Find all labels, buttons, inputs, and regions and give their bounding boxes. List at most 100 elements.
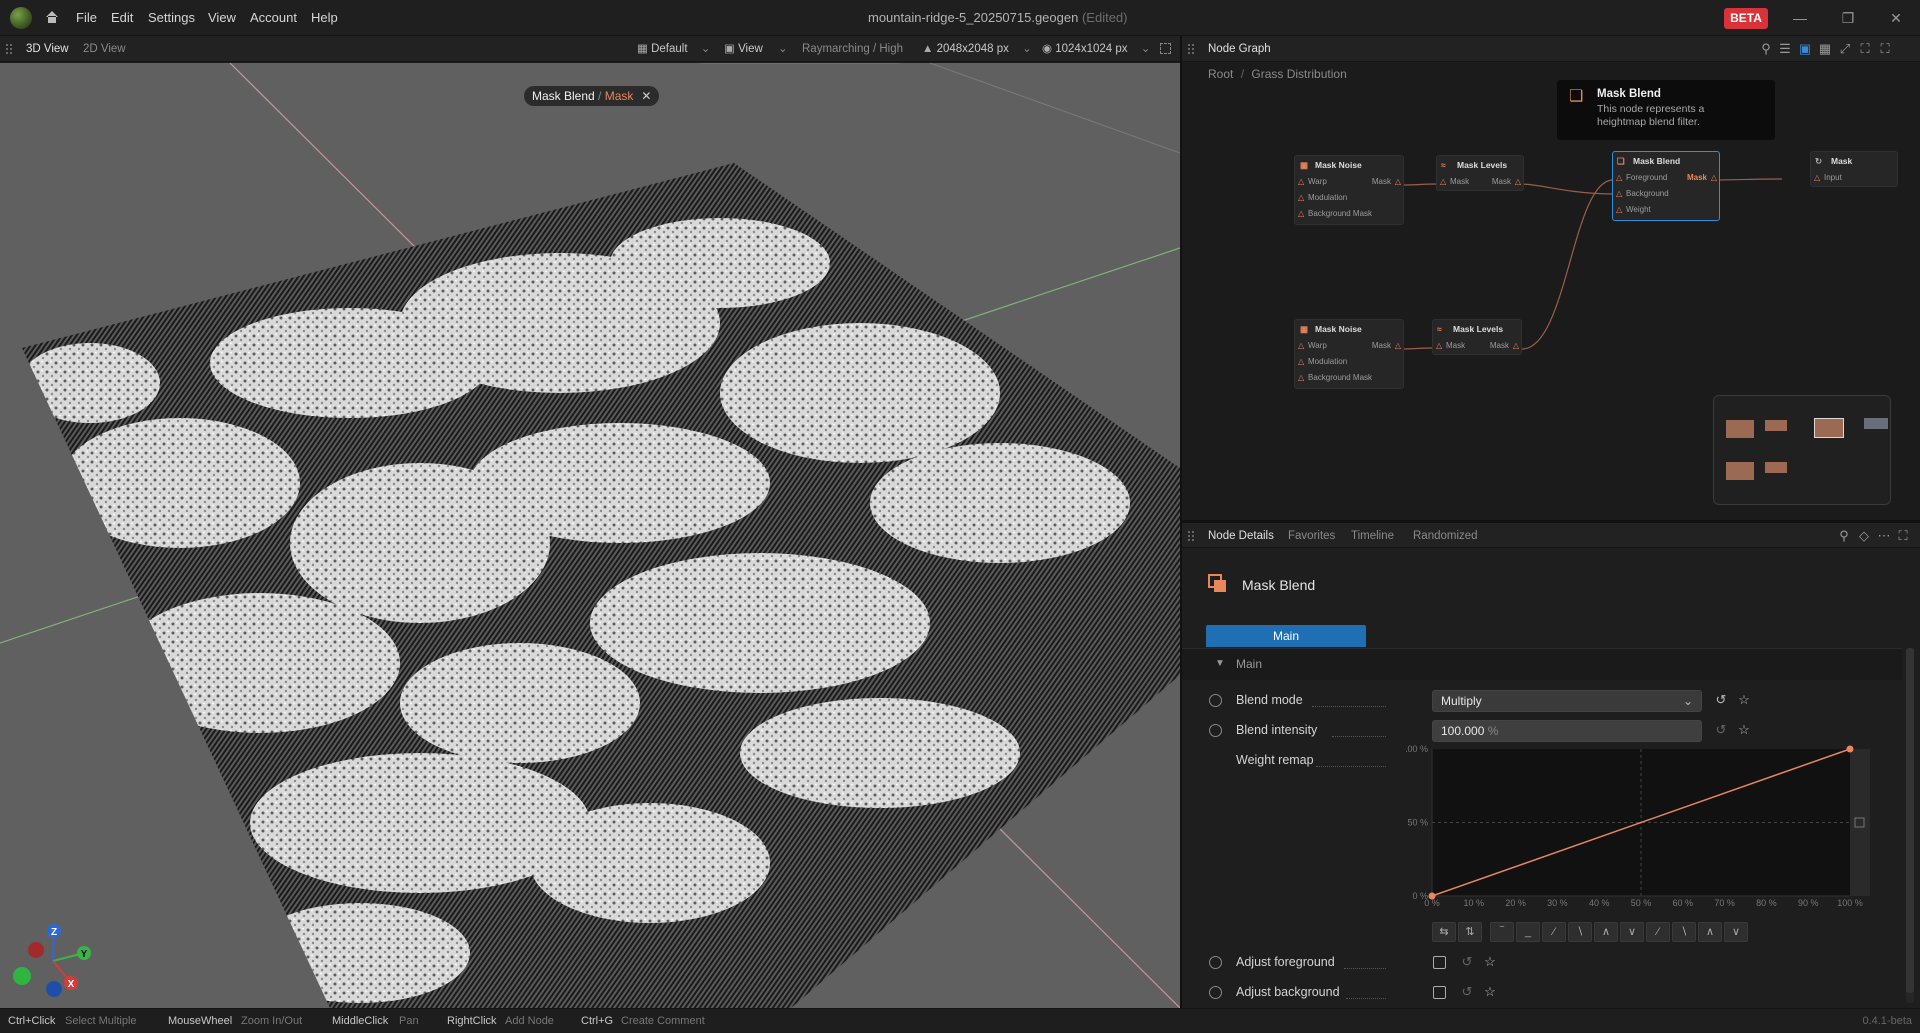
close-icon[interactable]: ✕ — [1876, 0, 1916, 36]
curve-control-point[interactable] — [1428, 892, 1436, 900]
expose-radio[interactable] — [1209, 724, 1222, 737]
preset-linear-down-icon[interactable]: ∖ — [1568, 922, 1592, 942]
preset-flat-high-icon[interactable]: ‾ — [1490, 922, 1514, 942]
tab-randomized[interactable]: Randomized — [1413, 523, 1478, 549]
flip-horizontal-icon[interactable]: ⇆ — [1432, 922, 1456, 942]
port-in-icon[interactable]: △ — [1298, 338, 1304, 354]
preset-linear-up-icon[interactable]: ∕ — [1542, 922, 1566, 942]
tab-timeline[interactable]: Timeline — [1351, 523, 1394, 549]
node-mask-blend[interactable]: ❏ Mask Blend △ Foreground Mask △ △ Background… — [1612, 151, 1720, 221]
layout-select[interactable]: ▦ Default ⌄ — [637, 36, 710, 62]
menu-account[interactable]: Account — [250, 0, 297, 36]
node-mask-noise-2[interactable]: ▦ Mask Noise △ Warp Mask △ △ Modulation △ Back… — [1294, 319, 1404, 389]
search-icon[interactable]: ⚲ — [1757, 41, 1775, 57]
port-in-icon[interactable]: △ — [1298, 370, 1304, 386]
drag-handle-icon[interactable] — [1188, 44, 1194, 54]
reset-icon[interactable]: ↺ — [1458, 954, 1476, 970]
more-icon[interactable]: ⋯ — [1875, 528, 1893, 544]
reset-icon[interactable]: ↺ — [1712, 692, 1730, 708]
port-out-icon[interactable]: △ — [1395, 174, 1401, 190]
port-in-icon[interactable]: △ — [1436, 338, 1442, 354]
search-icon[interactable]: ⚲ — [1835, 528, 1853, 544]
tab-node-details[interactable]: Node Details — [1208, 523, 1274, 549]
minimap[interactable] — [1713, 395, 1891, 505]
star-icon[interactable]: ☆ — [1481, 984, 1499, 1000]
port-out-icon[interactable]: △ — [1513, 338, 1519, 354]
tab-main[interactable]: Main — [1206, 625, 1366, 647]
preset-flat-low-icon[interactable]: _ — [1516, 922, 1540, 942]
port-in-icon[interactable]: △ — [1616, 202, 1622, 218]
blend-mode-select[interactable]: Multiply ⌄ — [1432, 690, 1702, 712]
layout-icon[interactable]: ▣ — [1796, 41, 1814, 57]
reset-icon[interactable]: ↺ — [1712, 722, 1730, 738]
port-in-icon[interactable]: △ — [1298, 190, 1304, 206]
port-out-icon[interactable]: △ — [1711, 170, 1717, 186]
drag-handle-icon[interactable] — [6, 44, 12, 54]
preset-smooth-up-icon[interactable]: ∕ — [1646, 922, 1670, 942]
node-mask-levels-1[interactable]: ≈ Mask Levels △ Mask Mask △ — [1436, 155, 1524, 191]
port-out-icon[interactable]: △ — [1395, 338, 1401, 354]
close-icon[interactable]: ✕ — [641, 86, 651, 106]
reset-icon[interactable]: ↺ — [1458, 984, 1476, 1000]
list-icon[interactable]: ☰ — [1776, 41, 1794, 57]
port-in-icon[interactable]: △ — [1298, 174, 1304, 190]
grid-icon[interactable]: ▦ — [1816, 41, 1834, 57]
menu-edit[interactable]: Edit — [111, 0, 133, 36]
expose-radio[interactable] — [1209, 986, 1222, 999]
section-header[interactable]: ▼ Main — [1182, 648, 1902, 680]
star-icon[interactable]: ☆ — [1481, 954, 1499, 970]
tab-2d-view[interactable]: 2D View — [83, 36, 126, 62]
tab-favorites[interactable]: Favorites — [1288, 523, 1335, 549]
preset-bump-icon[interactable]: ∧ — [1698, 922, 1722, 942]
preset-smooth-down-icon[interactable]: ∖ — [1672, 922, 1696, 942]
port-in-icon[interactable]: △ — [1298, 354, 1304, 370]
preset-dip-icon[interactable]: ∨ — [1724, 922, 1748, 942]
port-in-icon[interactable]: △ — [1298, 206, 1304, 222]
minimize-icon[interactable]: — — [1780, 0, 1820, 36]
view-select[interactable]: ▣ View ⌄ — [724, 36, 788, 62]
port-in-icon[interactable]: △ — [1440, 174, 1446, 190]
star-icon[interactable]: ☆ — [1735, 692, 1753, 708]
expose-radio[interactable] — [1209, 694, 1222, 707]
node-mask-output[interactable]: ↻ Mask △ Input — [1810, 151, 1898, 187]
expand-icon[interactable]: ⤢ — [1836, 41, 1854, 57]
adjust-background-checkbox[interactable] — [1433, 986, 1446, 999]
preset-peak-icon[interactable]: ∧ — [1594, 922, 1618, 942]
home-icon[interactable] — [44, 9, 60, 25]
node-mask-noise-1[interactable]: ▦ Mask Noise △ Warp Mask △ △ Modulation △ Back… — [1294, 155, 1404, 225]
tag-icon[interactable]: ◇ — [1855, 528, 1873, 544]
resolution-select-2[interactable]: ◉ 1024x1024 px ⌄ — [1042, 36, 1150, 62]
fullscreen-icon[interactable]: ⛶ — [1876, 41, 1894, 57]
menu-settings[interactable]: Settings — [148, 0, 195, 36]
render-mode[interactable]: Raymarching / High — [802, 36, 903, 62]
star-icon[interactable]: ☆ — [1735, 722, 1753, 738]
fullscreen-icon[interactable] — [1160, 43, 1171, 54]
menu-view[interactable]: View — [208, 0, 236, 36]
axis-gizmo[interactable]: Z Y X — [8, 913, 98, 1003]
node-graph-canvas[interactable]: Root / Grass Distribution ▦ Mask Noise △ W… — [1182, 63, 1920, 523]
drag-handle-icon[interactable] — [1188, 531, 1194, 541]
frame-icon[interactable]: ⛶ — [1856, 41, 1874, 57]
port-in-icon[interactable]: △ — [1616, 170, 1622, 186]
3d-viewport[interactable]: Mask Blend / Mask ✕ Z Y X — [0, 63, 1180, 1008]
port-in-icon[interactable]: △ — [1616, 186, 1622, 202]
tab-3d-view[interactable]: 3D View — [26, 36, 69, 62]
preset-valley-icon[interactable]: ∨ — [1620, 922, 1644, 942]
node-mask-levels-2[interactable]: ≈ Mask Levels △ Mask Mask △ — [1432, 319, 1522, 355]
resolution-select-1[interactable]: ▲ 2048x2048 px ⌄ — [922, 36, 1032, 62]
flip-vertical-icon[interactable]: ⇅ — [1458, 922, 1482, 942]
maximize-icon[interactable]: ❐ — [1828, 0, 1868, 36]
row-blend-mode: Blend mode Multiply ⌄ ↺ ☆ — [1182, 686, 1920, 716]
curve-control-point[interactable] — [1846, 745, 1854, 753]
blend-intensity-input[interactable]: 100.000 % — [1432, 720, 1702, 742]
menu-help[interactable]: Help — [311, 0, 338, 36]
fullscreen-icon[interactable]: ⛶ — [1894, 528, 1912, 544]
output-chip[interactable]: Mask Blend / Mask ✕ — [524, 86, 660, 106]
port-out-icon[interactable]: △ — [1515, 174, 1521, 190]
weight-remap-curve-editor[interactable]: 100 %50 %0 % 0 %10 %20 %30 %40 %50 %60 %… — [1402, 744, 1876, 908]
beta-badge[interactable]: BETA — [1724, 8, 1768, 29]
adjust-foreground-checkbox[interactable] — [1433, 956, 1446, 969]
menu-file[interactable]: File — [76, 0, 97, 36]
port-in-icon[interactable]: △ — [1814, 170, 1820, 186]
expose-radio[interactable] — [1209, 956, 1222, 969]
